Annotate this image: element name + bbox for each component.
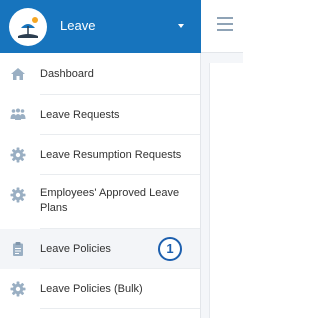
gear-icon bbox=[10, 187, 26, 203]
beach-umbrella-logo-icon bbox=[18, 17, 38, 38]
content-panel bbox=[209, 63, 244, 318]
sidebar-item-label: Employees' Approved Leave Plans bbox=[40, 187, 180, 214]
divider bbox=[40, 308, 200, 309]
hamburger-menu-icon[interactable] bbox=[217, 17, 233, 31]
gear-icon bbox=[10, 147, 26, 163]
step-badge: 1 bbox=[158, 237, 182, 261]
clipboard-icon bbox=[13, 242, 23, 256]
home-icon bbox=[11, 68, 25, 80]
app-header[interactable]: Leave bbox=[0, 0, 201, 53]
sidebar-item-leave-policies-bulk[interactable]: Leave Policies (Bulk) bbox=[0, 269, 200, 309]
sidebar-item-label: Leave Requests bbox=[40, 109, 120, 121]
app-title: Leave bbox=[60, 18, 96, 33]
sidebar-item-leave-policies[interactable]: Leave Policies 1 bbox=[0, 229, 200, 269]
sidebar-item-label: Leave Policies (Bulk) bbox=[40, 283, 143, 295]
top-bar bbox=[201, 0, 243, 53]
app-logo bbox=[9, 8, 47, 46]
gear-icon bbox=[10, 281, 26, 297]
sidebar-item-employees-approved-leave-plans[interactable]: Employees' Approved Leave Plans bbox=[0, 175, 200, 229]
sidebar-item-dashboard[interactable]: Dashboard bbox=[0, 53, 200, 95]
sidebar-item-label: Dashboard bbox=[40, 68, 94, 80]
sidebar-item-label: Leave Resumption Requests bbox=[40, 149, 182, 161]
users-icon bbox=[10, 108, 26, 120]
sidebar-item-leave-resumption-requests[interactable]: Leave Resumption Requests bbox=[0, 135, 200, 175]
sidebar: Dashboard Leave Requests Leave Resumptio… bbox=[0, 53, 201, 318]
chevron-down-icon[interactable] bbox=[178, 24, 184, 28]
sidebar-item-leave-requests[interactable]: Leave Requests bbox=[0, 95, 200, 135]
